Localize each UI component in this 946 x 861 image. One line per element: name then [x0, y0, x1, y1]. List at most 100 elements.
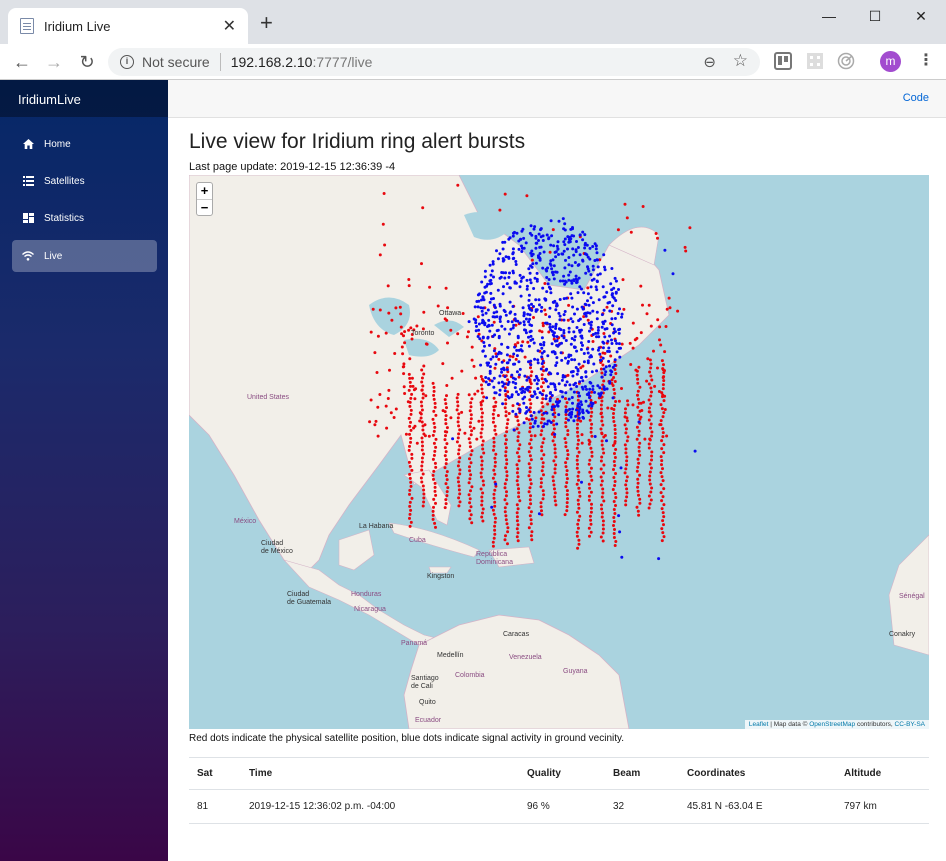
satellite-dot: [600, 479, 604, 483]
satellite-dot: [479, 471, 483, 475]
satellite-dot: [503, 434, 507, 438]
satellite-dot: [660, 459, 664, 463]
leaflet-link[interactable]: Leaflet: [749, 721, 769, 728]
bursts-table: Sat Time Quality Beam Coordinates Altitu…: [189, 757, 929, 824]
forward-icon[interactable]: →: [42, 51, 66, 73]
code-link[interactable]: Code: [903, 92, 929, 104]
satellite-dot: [563, 513, 567, 517]
brand-title[interactable]: IridiumLive: [0, 80, 168, 117]
signal-dot: [514, 263, 518, 266]
signal-dot: [571, 374, 575, 378]
grid-extension-icon[interactable]: [806, 52, 824, 70]
browser-menu-icon[interactable]: ⋮: [918, 50, 934, 70]
satellite-dot: [506, 418, 510, 422]
signal-dot: [534, 236, 538, 240]
zoom-icon[interactable]: ⊖: [703, 53, 716, 71]
sidebar-item-live[interactable]: Live: [12, 240, 157, 272]
satellite-dot: [410, 337, 414, 341]
satellite-dot: [383, 243, 387, 247]
back-icon[interactable]: ←: [10, 51, 34, 73]
signal-dot: [541, 239, 545, 242]
radar-extension-icon[interactable]: [837, 52, 855, 70]
new-tab-button[interactable]: +: [260, 12, 273, 34]
minimize-button[interactable]: —: [806, 0, 852, 32]
sidebar-item-satellites[interactable]: Satellites: [12, 165, 157, 197]
satellite-dot: [504, 494, 508, 498]
satellite-dot: [504, 414, 508, 418]
signal-dot: [589, 381, 593, 385]
satellite-dot: [662, 503, 666, 507]
signal-dot: [558, 399, 562, 403]
signal-dot: [530, 417, 534, 421]
satellite-dot: [534, 416, 538, 420]
bookmark-star-icon[interactable]: ☆: [733, 51, 748, 71]
osm-link[interactable]: OpenStreetMap: [809, 721, 855, 728]
signal-dot: [587, 303, 591, 307]
signal-dot: [555, 244, 559, 248]
satellite-dot: [566, 497, 569, 501]
signal-dot: [570, 396, 574, 399]
signal-dot: [495, 355, 498, 358]
signal-dot: [547, 237, 551, 241]
satellite-dot: [676, 309, 680, 313]
satellite-dot: [444, 474, 448, 478]
signal-dot: [537, 256, 540, 259]
wifi-icon: [22, 251, 34, 262]
maximize-button[interactable]: ☐: [852, 0, 898, 32]
satellite-dot: [384, 404, 388, 408]
zoom-out-button[interactable]: −: [197, 199, 212, 215]
satellite-dot: [575, 466, 579, 470]
signal-dot: [601, 285, 605, 289]
signal-dot: [553, 250, 557, 254]
close-window-button[interactable]: ✕: [898, 0, 944, 32]
live-map[interactable]: + − Ottawa Toronto United States México …: [189, 175, 929, 729]
signal-dot: [576, 291, 580, 295]
satellite-dot: [648, 437, 652, 441]
satellite-dot: [661, 519, 665, 523]
zoom-in-button[interactable]: +: [197, 183, 212, 199]
satellite-dot: [457, 448, 461, 452]
signal-dot: [541, 286, 545, 290]
satellite-dot: [528, 470, 532, 474]
profile-avatar[interactable]: m: [880, 51, 901, 72]
signal-dot: [529, 338, 533, 342]
trello-extension-icon[interactable]: [774, 52, 792, 70]
signal-dot: [588, 246, 592, 250]
license-link[interactable]: CC-BY-SA: [895, 721, 925, 728]
address-bar[interactable]: i Not secure 192.168.2.10:7777/live ⊖ ☆: [108, 48, 760, 76]
map-label-ecuador: Ecuador: [415, 717, 442, 724]
satellite-dot: [402, 362, 406, 366]
signal-dot: [512, 352, 516, 356]
satellite-dot: [589, 506, 593, 510]
satellite-dot: [432, 409, 436, 413]
signal-dot: [530, 308, 534, 312]
signal-dot: [534, 246, 538, 250]
signal-dot: [559, 328, 563, 332]
reload-icon[interactable]: ↻: [75, 51, 99, 73]
satellite-dot: [479, 435, 483, 439]
info-icon[interactable]: i: [120, 55, 134, 69]
signal-dot: [474, 318, 478, 322]
satellite-dot: [541, 405, 545, 409]
signal-dot: [584, 314, 588, 318]
signal-dot: [615, 350, 619, 354]
satellite-dot: [564, 441, 568, 445]
signal-dot: [608, 380, 612, 384]
satellite-dot: [492, 436, 496, 440]
tab-close-icon[interactable]: ✕: [223, 16, 236, 36]
satellite-dot: [408, 516, 411, 520]
satellite-dot: [445, 384, 449, 387]
satellite-dot: [631, 321, 635, 325]
signal-dot: [511, 257, 515, 261]
signal-dot: [560, 390, 564, 394]
satellite-dot: [599, 403, 603, 407]
sidebar-item-statistics[interactable]: Statistics: [12, 202, 157, 234]
sidebar-item-home[interactable]: Home: [12, 128, 157, 160]
signal-dot: [593, 390, 596, 394]
satellite-dot: [504, 466, 508, 470]
signal-dot: [527, 267, 531, 271]
signal-dot: [576, 368, 580, 371]
browser-tab[interactable]: Iridium Live ✕: [8, 8, 248, 44]
satellite-dot: [565, 501, 569, 505]
signal-dot: [546, 385, 550, 389]
